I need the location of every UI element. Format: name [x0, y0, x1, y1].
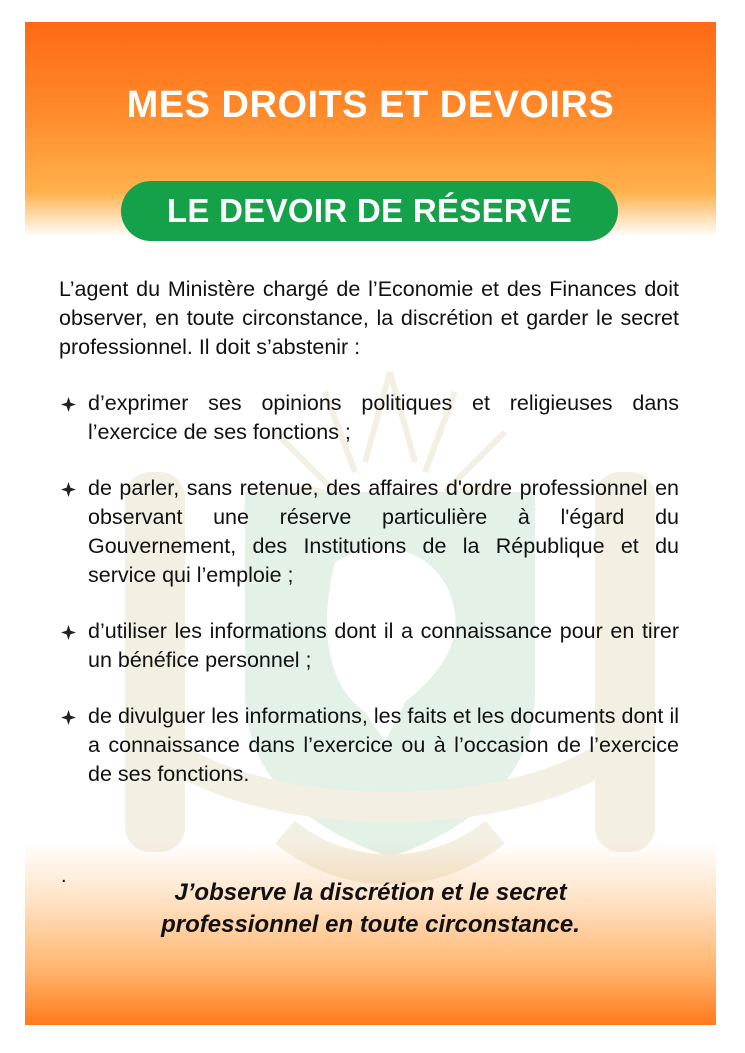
section-title: LE DEVOIR DE RÉSERVE	[166, 192, 573, 229]
list-item-text: de parler, sans retenue, des affaires d'…	[88, 476, 679, 587]
body-content: L’agent du Ministère chargé de l’Economi…	[59, 275, 679, 816]
list-item: d’utiliser les informations dont il a co…	[59, 617, 679, 675]
list-item-text: d’exprimer ses opinions politiques et re…	[88, 391, 679, 444]
diamond-bullet-icon	[61, 397, 76, 412]
diamond-bullet-icon	[61, 482, 76, 497]
poster-frame: MES DROITS ET DEVOIRS LE DEVOIR DE RÉSER…	[25, 22, 716, 1025]
diamond-bullet-icon	[61, 710, 76, 725]
conclusion-line-2: professionnel en toute circonstance.	[161, 911, 580, 938]
diamond-bullet-icon	[61, 625, 76, 640]
list-item: d’exprimer ses opinions politiques et re…	[59, 389, 679, 447]
obligations-list: d’exprimer ses opinions politiques et re…	[59, 389, 679, 789]
intro-paragraph: L’agent du Ministère chargé de l’Economi…	[59, 277, 679, 359]
list-item-text: de divulguer les informations, les faits…	[88, 704, 679, 786]
conclusion-line-1: J’observe la discrétion et le secret	[174, 879, 567, 906]
list-item: de parler, sans retenue, des affaires d'…	[59, 474, 679, 590]
list-item-text: d’utiliser les informations dont il a co…	[88, 619, 679, 672]
conclusion-statement: J’observe la discrétion et le secret pro…	[25, 877, 716, 941]
list-item: de divulguer les informations, les faits…	[59, 702, 679, 789]
page-title: MES DROITS ET DEVOIRS	[126, 84, 615, 126]
section-title-banner: LE DEVOIR DE RÉSERVE	[121, 181, 618, 241]
